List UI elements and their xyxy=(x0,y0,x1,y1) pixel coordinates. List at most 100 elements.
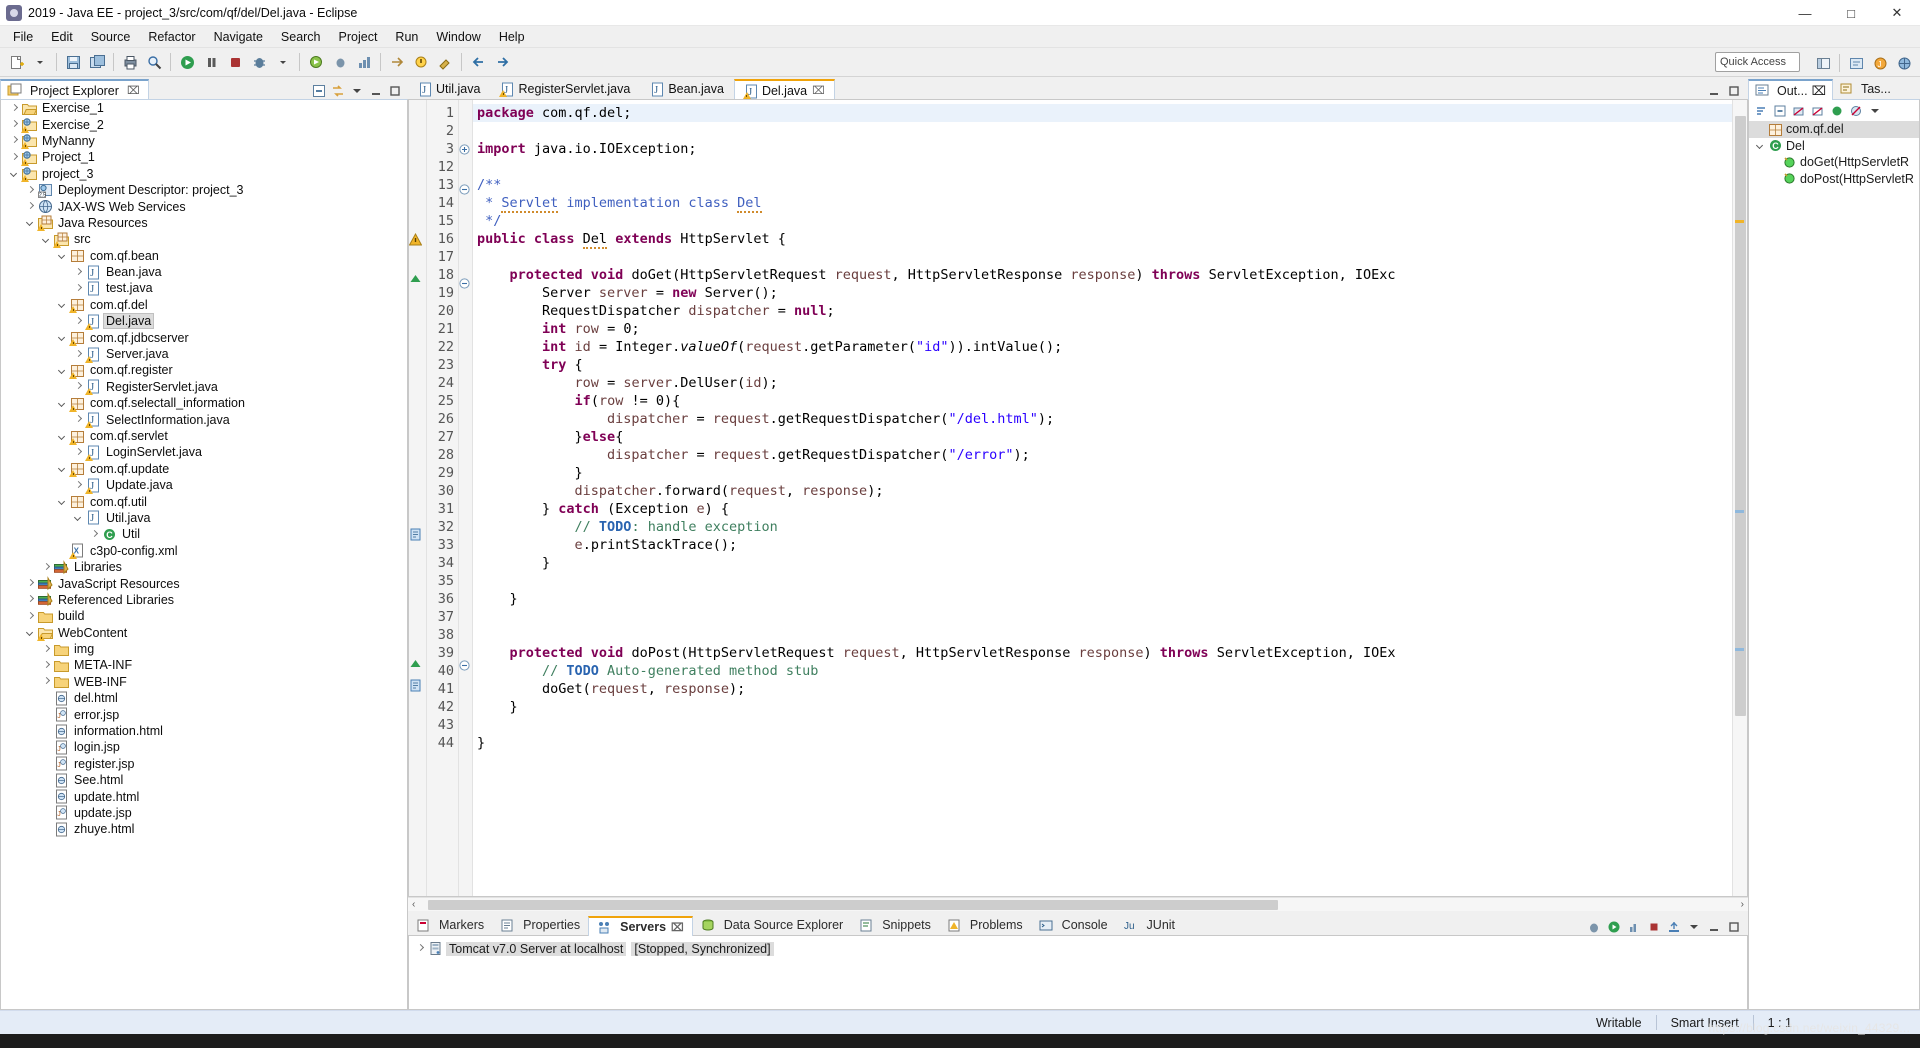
expand-arrow-icon[interactable] xyxy=(57,250,68,261)
code-line[interactable]: // TODO: handle exception xyxy=(473,518,1732,536)
editor-source-text[interactable]: package com.qf.del; import java.io.IOExc… xyxy=(473,100,1732,896)
code-line[interactable]: doGet(request, response); xyxy=(473,680,1732,698)
maximize-bottom-icon[interactable] xyxy=(1726,919,1742,935)
bottom-tab-data-source-explorer[interactable]: Data Source Explorer xyxy=(693,915,852,935)
code-line[interactable]: dispatcher.forward(request, response); xyxy=(473,482,1732,500)
expand-arrow-icon[interactable] xyxy=(25,185,36,196)
code-line[interactable] xyxy=(473,572,1732,590)
hide-fields-icon[interactable] xyxy=(1791,103,1807,119)
code-line[interactable] xyxy=(473,248,1732,266)
expand-arrow-icon[interactable] xyxy=(25,611,36,622)
link-with-editor-icon[interactable] xyxy=(330,83,346,99)
tree-item[interactable]: 2.5 Deployment Descriptor: project_3 xyxy=(1,182,407,198)
tree-item[interactable]: Referenced Libraries xyxy=(1,592,407,608)
tree-item[interactable]: zhuye.html xyxy=(1,821,407,837)
minimize-view-icon[interactable] xyxy=(368,83,384,99)
outline-item[interactable]: doGet(HttpServletR xyxy=(1749,154,1919,171)
tab-tasks[interactable]: Tas... xyxy=(1833,78,1897,99)
tree-item[interactable]: com.qf.register xyxy=(1,362,407,379)
tree-item[interactable]: Xc3p0-config.xml xyxy=(1,543,407,560)
fold-collapse-icon[interactable] xyxy=(459,278,472,296)
bottom-tab-snippets[interactable]: Snippets xyxy=(851,915,939,935)
tree-item[interactable]: information.html xyxy=(1,723,407,739)
code-line[interactable]: try { xyxy=(473,356,1732,374)
expand-arrow-icon[interactable] xyxy=(41,676,52,687)
editor-marker-column[interactable] xyxy=(409,100,427,896)
maximize-editor-icon[interactable] xyxy=(1726,83,1742,99)
bottom-tab-console[interactable]: Console xyxy=(1031,915,1116,935)
code-line[interactable]: int row = 0; xyxy=(473,320,1732,338)
run-as-icon[interactable] xyxy=(305,51,327,73)
bottom-tab-servers[interactable]: Servers ⌧ xyxy=(588,916,693,936)
code-line[interactable]: public class Del extends HttpServlet { xyxy=(473,230,1732,249)
new-icon[interactable] xyxy=(5,51,27,73)
tree-item[interactable]: WebContent xyxy=(1,625,407,642)
save-icon[interactable] xyxy=(62,51,84,73)
code-line[interactable]: } xyxy=(473,554,1732,572)
code-line[interactable] xyxy=(473,158,1732,176)
tree-item[interactable]: com.qf.util xyxy=(1,493,407,509)
code-line[interactable] xyxy=(473,716,1732,734)
last-edit-icon[interactable] xyxy=(434,51,456,73)
perspective-java-icon[interactable]: J xyxy=(1869,52,1891,74)
menu-source[interactable]: Source xyxy=(82,28,140,46)
tree-item[interactable]: WEB-INF xyxy=(1,674,407,690)
tree-item[interactable]: src xyxy=(1,231,407,248)
tree-item[interactable]: project_3 xyxy=(1,166,407,183)
close-button[interactable]: ✕ xyxy=(1874,0,1920,26)
code-line[interactable]: } xyxy=(473,698,1732,716)
code-line[interactable]: e.printStackTrace(); xyxy=(473,536,1732,554)
maximize-button[interactable]: □ xyxy=(1828,0,1874,26)
outline-item[interactable]: C Del xyxy=(1749,138,1919,155)
tree-item[interactable]: J Update.java xyxy=(1,477,407,494)
sort-icon[interactable] xyxy=(1753,103,1769,119)
expand-arrow-icon[interactable] xyxy=(25,578,36,589)
close-icon[interactable]: ⌧ xyxy=(1812,83,1826,98)
expand-arrow-icon[interactable] xyxy=(9,135,20,146)
code-line[interactable] xyxy=(473,626,1732,644)
expand-arrow-icon[interactable] xyxy=(57,299,68,310)
code-line[interactable]: dispatcher = request.getRequestDispatche… xyxy=(473,446,1732,464)
tree-item[interactable]: Jerror.jsp xyxy=(1,706,407,722)
code-line[interactable]: } xyxy=(473,734,1732,752)
expand-arrow-icon[interactable] xyxy=(57,431,68,442)
code-line[interactable]: protected void doPost(HttpServletRequest… xyxy=(473,644,1732,662)
tree-item[interactable]: build xyxy=(1,608,407,624)
expand-arrow-icon[interactable] xyxy=(9,152,20,163)
menu-project[interactable]: Project xyxy=(330,28,387,46)
code-line[interactable]: } xyxy=(473,590,1732,608)
menu-run[interactable]: Run xyxy=(386,28,427,46)
search-icon[interactable] xyxy=(143,51,165,73)
debug-icon[interactable] xyxy=(248,51,270,73)
close-icon[interactable]: ⌧ xyxy=(671,921,684,934)
expand-arrow-icon[interactable] xyxy=(73,267,84,278)
tree-item[interactable]: Libraries xyxy=(1,559,407,575)
expand-arrow-icon[interactable] xyxy=(73,447,84,458)
expand-arrow-icon[interactable] xyxy=(57,332,68,343)
editor-overview-ruler[interactable] xyxy=(1733,100,1746,896)
view-menu-icon[interactable] xyxy=(349,83,365,99)
tree-item[interactable]: META-INF xyxy=(1,657,407,673)
stop-icon[interactable] xyxy=(224,51,246,73)
minimize-bottom-icon[interactable] xyxy=(1706,919,1722,935)
expand-arrow-icon[interactable] xyxy=(73,480,84,491)
tree-item[interactable]: JavaScript Resources xyxy=(1,575,407,591)
outline-tree[interactable]: com.qf.del C Del doGet(HttpServletR doPost(H… xyxy=(1748,121,1920,1010)
back-icon[interactable] xyxy=(467,51,489,73)
start-server-icon[interactable] xyxy=(1606,919,1622,935)
code-line[interactable]: /** xyxy=(473,176,1732,194)
tree-item[interactable]: Jupdate.jsp xyxy=(1,805,407,821)
code-line[interactable]: // TODO Auto-generated method stub xyxy=(473,662,1732,680)
tree-item[interactable]: com.qf.del xyxy=(1,297,407,314)
code-line[interactable] xyxy=(473,122,1732,140)
editor-tab-del-java[interactable]: J Del.java ⌧ xyxy=(733,79,835,100)
menu-help[interactable]: Help xyxy=(490,28,534,46)
pause-icon[interactable] xyxy=(200,51,222,73)
forward-icon[interactable] xyxy=(491,51,513,73)
editor-horizontal-scrollbar[interactable]: ‹ › xyxy=(408,897,1748,911)
debug-as-icon[interactable] xyxy=(329,51,351,73)
outline-item[interactable]: com.qf.del xyxy=(1749,121,1919,138)
code-line[interactable]: protected void doGet(HttpServletRequest … xyxy=(473,266,1732,284)
expand-arrow-icon[interactable] xyxy=(41,234,52,245)
menu-refactor[interactable]: Refactor xyxy=(139,28,204,46)
